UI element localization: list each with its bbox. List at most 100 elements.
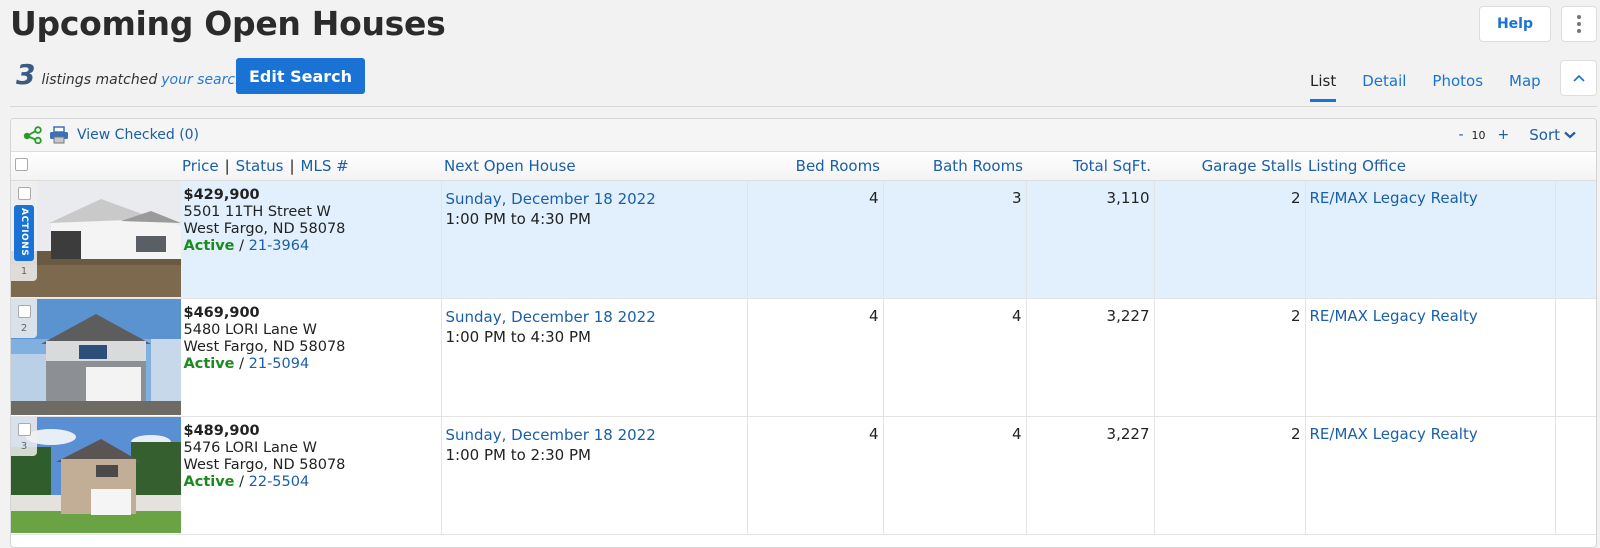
listing-city: West Fargo, ND 58078 [183,220,346,237]
sort-garage-stalls[interactable]: Garage Stalls [1202,157,1302,175]
listing-office-link[interactable]: RE/MAX Legacy Realty [1310,189,1478,207]
garage-stalls: 2 [1154,298,1306,417]
page-size-increase[interactable]: + [1498,127,1510,143]
listing-status: Active [183,237,235,254]
listing-price: $429,900 [183,186,260,203]
match-count: 3 [16,58,36,91]
row-checkbox[interactable] [17,186,31,200]
row-number: 2 [20,322,28,334]
listing-photo-cell: 2 [11,298,181,417]
listing-office-link[interactable]: RE/MAX Legacy Realty [1310,307,1478,325]
sort-price[interactable]: Price [182,157,219,175]
match-summary: 3 listings matched your search [16,58,244,91]
listing-city: West Fargo, ND 58078 [183,338,346,355]
tab-detail[interactable]: Detail [1362,70,1406,102]
page-size-decrease[interactable]: - [1458,127,1463,143]
select-all-checkbox[interactable] [15,157,28,171]
total-sqft: 3,227 [1026,416,1155,535]
print-icon[interactable] [49,126,69,144]
chevron-up-icon [1572,74,1585,82]
sort-label: Sort [1529,126,1560,144]
garage-stalls: 2 [1154,416,1306,535]
view-tabs: List Detail Photos Map [1310,70,1567,102]
row-number: 1 [20,265,28,277]
listing-summary: $429,900 5501 11TH Street W West Fargo, … [179,180,442,299]
listing-summary: $489,900 5476 LORI Lane W West Fargo, ND… [179,416,442,535]
header-divider [10,106,1597,107]
tab-map[interactable]: Map [1509,70,1541,102]
table-row[interactable]: 2 $469,900 5480 LORI Lane W West Fargo, … [11,298,1596,417]
mls-link[interactable]: 21-3964 [249,238,310,254]
listing-office-cell: RE/MAX Legacy Realty [1305,416,1556,535]
mls-link[interactable]: 21-5094 [249,356,310,372]
page-size-value: 10 [1471,128,1486,142]
listing-photo-cell: ACTIONS 1 [11,180,181,299]
chevron-down-icon [1564,131,1576,139]
sort-mls[interactable]: MLS # [301,157,349,175]
row-controls: 3 [11,416,37,456]
edit-search-button[interactable]: Edit Search [236,58,365,94]
match-text: listings matched [41,72,158,88]
total-sqft: 3,227 [1026,298,1155,417]
listing-price: $469,900 [183,304,260,321]
listing-status: Active [183,473,235,490]
more-options-button[interactable] [1561,6,1597,42]
total-sqft: 3,110 [1026,180,1155,299]
share-icon[interactable] [23,126,43,144]
actions-button[interactable]: ACTIONS [14,204,34,261]
bed-rooms: 4 [747,180,884,299]
listing-status: Active [183,355,235,372]
tab-photos[interactable]: Photos [1432,70,1483,102]
sort-listing-office[interactable]: Listing Office [1308,157,1406,175]
row-number: 3 [20,440,28,452]
row-controls: 2 [11,298,37,338]
listing-city: West Fargo, ND 58078 [183,456,346,473]
open-house-date-link[interactable]: Sunday, December 18 2022 [446,426,656,444]
table-row[interactable]: ACTIONS 1 $429,900 5501 11TH Street W We… [11,180,1596,299]
listing-street: 5476 LORI Lane W [183,439,317,456]
pagination-sort: - 10 + Sort [1458,126,1576,144]
sort-status[interactable]: Status [236,157,284,175]
listing-price: $489,900 [183,422,260,439]
listing-office-link[interactable]: RE/MAX Legacy Realty [1310,425,1478,443]
next-open-house-cell: Sunday, December 18 2022 1:00 PM to 4:30… [441,180,748,299]
table-row[interactable]: 3 $489,900 5476 LORI Lane W West Fargo, … [11,416,1596,535]
help-button[interactable]: Help [1479,6,1551,42]
listings-table: Price | Status | MLS # Next Open House Bed R… [11,152,1596,535]
open-house-time: 1:00 PM to 4:30 PM [445,327,591,346]
open-house-time: 1:00 PM to 4:30 PM [445,209,591,228]
open-house-date-link[interactable]: Sunday, December 18 2022 [446,308,656,326]
open-house-date-link[interactable]: Sunday, December 18 2022 [446,190,656,208]
sort-total-sqft[interactable]: Total SqFt. [1073,157,1151,175]
row-controls: ACTIONS 1 [11,180,37,281]
kebab-vertical-icon [1577,15,1581,19]
bath-rooms: 4 [883,416,1027,535]
listing-street: 5501 11TH Street W [183,203,331,220]
bed-rooms: 4 [747,416,884,535]
view-checked-link[interactable]: View Checked (0) [77,127,199,143]
row-checkbox[interactable] [17,304,31,318]
bath-rooms: 3 [883,180,1027,299]
next-open-house-cell: Sunday, December 18 2022 1:00 PM to 2:30… [441,416,748,535]
sort-bed-rooms[interactable]: Bed Rooms [796,157,880,175]
row-checkbox[interactable] [17,422,31,436]
garage-stalls: 2 [1154,180,1306,299]
listing-office-cell: RE/MAX Legacy Realty [1305,180,1556,299]
results-panel: View Checked (0) - 10 + Sort Price | Statu… [10,118,1597,548]
listing-street: 5480 LORI Lane W [183,321,317,338]
bed-rooms: 4 [747,298,884,417]
your-search-link[interactable]: your search [161,72,244,88]
sort-dropdown[interactable]: Sort [1529,126,1576,144]
open-house-time: 1:00 PM to 2:30 PM [445,445,591,464]
page-title: Upcoming Open Houses [10,4,446,43]
listing-summary: $469,900 5480 LORI Lane W West Fargo, ND… [179,298,442,417]
sort-bath-rooms[interactable]: Bath Rooms [933,157,1023,175]
listing-office-cell: RE/MAX Legacy Realty [1305,298,1556,417]
bath-rooms: 4 [883,298,1027,417]
sort-next-open-house[interactable]: Next Open House [444,157,576,175]
mls-link[interactable]: 22-5504 [249,474,310,490]
tab-list[interactable]: List [1310,70,1337,102]
listing-photo-cell: 3 [11,416,181,535]
table-header-row: Price | Status | MLS # Next Open House Bed R… [11,152,1596,181]
collapse-button[interactable] [1560,60,1597,96]
